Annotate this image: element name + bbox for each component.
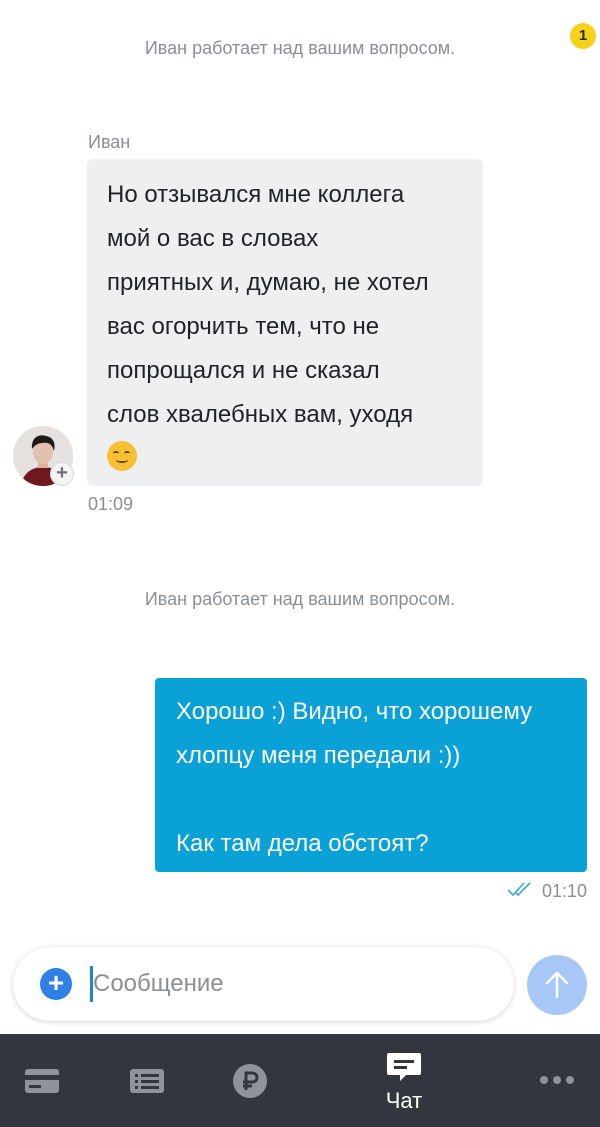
incoming-message-bubble: Но отзывался мне коллега мой о вас в сло… — [87, 159, 483, 486]
smiling-face-emoji-icon — [107, 441, 137, 471]
message-line: хлопцу меня передали :)) — [176, 742, 461, 769]
message-line: Хорошо :) Видно, что хорошему — [176, 698, 533, 725]
message-line: Как там дела обстоят? — [176, 830, 429, 857]
message-line: мой о вас в словах — [107, 225, 319, 252]
system-note: Иван работает над вашим вопросом. — [144, 38, 456, 58]
message-line — [176, 778, 569, 822]
message-composer: + — [13, 947, 514, 1021]
tab-more[interactable] — [536, 1034, 586, 1127]
outgoing-message-bubble: Хорошо :) Видно, что хорошему хлопцу мен… — [155, 678, 587, 872]
message-time: 01:10 — [541, 880, 587, 901]
ruble-icon — [233, 1064, 267, 1098]
card-icon — [25, 1069, 59, 1093]
more-icon — [540, 1076, 574, 1084]
double-check-icon — [506, 880, 534, 903]
message-line: слов хвалебных вам, уходя — [107, 401, 414, 428]
tab-chat-label: Чат — [385, 1088, 423, 1113]
avatar-add-icon[interactable]: + — [50, 462, 74, 486]
message-input[interactable] — [93, 964, 493, 1004]
send-button[interactable] — [527, 955, 587, 1015]
sender-name: Иван — [88, 132, 131, 152]
message-line: попрощался и не сказал — [107, 357, 380, 384]
notification-badge: 1 — [570, 23, 596, 49]
message-status: 01:10 — [506, 879, 587, 903]
bottom-tab-bar: Чат — [0, 1034, 600, 1127]
arrow-up-icon — [545, 971, 569, 999]
message-line: приятных и, думаю, не хотел — [107, 269, 429, 296]
chat-icon — [387, 1053, 421, 1081]
attach-plus-icon[interactable]: + — [40, 968, 72, 1000]
tab-list[interactable] — [126, 1034, 172, 1127]
message-line: Но отзывался мне коллега — [107, 181, 405, 208]
tab-payments[interactable] — [230, 1034, 276, 1127]
list-icon — [130, 1069, 164, 1093]
message-line: вас огорчить тем, что не — [107, 313, 380, 340]
system-note: Иван работает над вашим вопросом. — [144, 589, 456, 609]
tab-cards[interactable] — [20, 1034, 66, 1127]
message-time: 01:09 — [88, 494, 134, 514]
